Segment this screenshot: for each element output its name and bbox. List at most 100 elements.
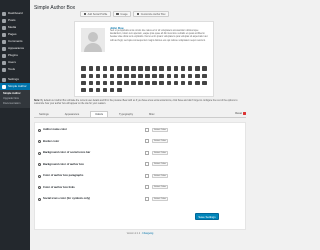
pinterest-icon[interactable]: [109, 66, 115, 72]
rss-icon[interactable]: [124, 80, 130, 86]
changelog-link[interactable]: Changelog: [142, 233, 153, 235]
codepen-icon[interactable]: [180, 80, 186, 86]
select-color-button[interactable]: Select Color: [152, 139, 168, 143]
tumblr-icon[interactable]: [145, 66, 151, 72]
flickr-icon[interactable]: [138, 66, 144, 72]
xing-icon[interactable]: [109, 73, 115, 79]
select-color-button[interactable]: Select Color: [152, 150, 168, 155]
linkedin-icon[interactable]: [102, 66, 108, 72]
telegram-icon[interactable]: [138, 80, 144, 86]
color-swatch[interactable]: [145, 150, 149, 155]
lastfm-icon[interactable]: [202, 73, 208, 79]
tab-typography[interactable]: Typography: [114, 111, 138, 117]
foursquare2-icon[interactable]: [202, 80, 208, 86]
select-color-button[interactable]: Select Color: [152, 173, 168, 178]
quora-icon[interactable]: [116, 80, 122, 86]
sidebar-item[interactable]: Pages: [0, 31, 30, 38]
sidebar-item[interactable]: Simple Author: [0, 83, 30, 90]
dribbble-icon[interactable]: [152, 66, 158, 72]
color-setting-row: Color of author box paragraphs Select Col…: [35, 172, 247, 182]
sidebar-item[interactable]: Comments: [0, 38, 30, 45]
pocket-icon[interactable]: [102, 87, 108, 93]
steam-icon[interactable]: [81, 73, 87, 79]
select-color-button[interactable]: Select Color: [152, 127, 168, 132]
reset-button[interactable]: Reset: [235, 112, 246, 115]
tripadvisor-icon[interactable]: [145, 80, 151, 86]
tab-misc[interactable]: Misc: [144, 111, 160, 117]
mixcloud-icon[interactable]: [95, 80, 101, 86]
twitch-icon[interactable]: [88, 73, 94, 79]
tab-settings[interactable]: Settings: [34, 111, 54, 117]
settings-icon: [2, 77, 6, 82]
color-swatch[interactable]: [145, 185, 149, 189]
behance-icon[interactable]: [159, 66, 165, 72]
sidebar-item[interactable]: Users: [0, 59, 30, 66]
imdb-icon[interactable]: [194, 73, 201, 79]
sidebar-item[interactable]: Plugins: [0, 52, 30, 59]
color-swatch[interactable]: [145, 139, 149, 143]
yahoo-icon[interactable]: [173, 80, 179, 86]
soundcloud-icon[interactable]: [187, 66, 193, 72]
envelope-icon[interactable]: [166, 73, 172, 79]
sidebar-item-label: Tools: [8, 67, 16, 71]
goodreads-icon[interactable]: [180, 73, 186, 79]
paypal-icon[interactable]: [102, 80, 108, 86]
delicious-icon[interactable]: [187, 80, 193, 86]
googleplus-icon[interactable]: [95, 66, 101, 72]
select-color-button[interactable]: Select Color: [152, 162, 168, 166]
sidebar-item[interactable]: Appearance: [0, 45, 30, 52]
periscope-icon[interactable]: [109, 80, 115, 86]
stumbleupon-icon[interactable]: [116, 87, 122, 93]
etsy-icon[interactable]: [194, 80, 201, 86]
sidebar-item[interactable]: Settings: [0, 76, 30, 83]
xbox-icon[interactable]: [166, 80, 172, 86]
tab-colors[interactable]: Colors: [90, 111, 108, 117]
dropbox-icon[interactable]: [159, 73, 165, 79]
apple-icon[interactable]: [138, 73, 144, 79]
android-icon[interactable]: [131, 73, 137, 79]
color-swatch[interactable]: [145, 196, 149, 201]
gitlab-icon[interactable]: [81, 87, 87, 93]
kickstarter-icon[interactable]: [88, 87, 94, 93]
stackoverflow-icon[interactable]: [202, 66, 208, 72]
wordpress-icon[interactable]: [159, 80, 165, 86]
sidebar-item[interactable]: Media: [0, 24, 30, 31]
skype-icon[interactable]: [180, 66, 186, 72]
foursquare-icon[interactable]: [173, 73, 179, 79]
reddit-icon[interactable]: [173, 66, 179, 72]
tab-appearance[interactable]: Appearance: [60, 111, 85, 117]
slideshare-icon[interactable]: [109, 87, 115, 93]
github-icon[interactable]: [166, 66, 172, 72]
houzz-icon[interactable]: [187, 73, 193, 79]
color-swatch[interactable]: [145, 173, 149, 178]
sidebar-item[interactable]: Posts: [0, 17, 30, 24]
top-button[interactable]: Customize Author Box: [133, 11, 169, 17]
instagram-icon[interactable]: [116, 66, 122, 72]
yelp-icon[interactable]: [116, 73, 122, 79]
spotify-icon[interactable]: [194, 66, 201, 72]
vimeo-icon[interactable]: [131, 66, 137, 72]
color-swatch[interactable]: [145, 127, 149, 132]
select-color-button[interactable]: Select Color: [152, 185, 168, 189]
snapchat-icon[interactable]: [131, 80, 137, 86]
amazon-icon[interactable]: [124, 73, 130, 79]
facebook-icon[interactable]: [81, 66, 87, 72]
digg-icon[interactable]: [152, 73, 158, 79]
twitter-icon[interactable]: [88, 66, 94, 72]
sidebar-item[interactable]: Tools: [0, 66, 30, 73]
sidebar-item[interactable]: Dashboard: [0, 10, 30, 17]
youtube-icon[interactable]: [124, 66, 130, 72]
whatsapp-icon[interactable]: [102, 73, 108, 79]
vk-icon[interactable]: [95, 73, 101, 79]
medium-icon[interactable]: [81, 80, 87, 86]
meetup-icon[interactable]: [88, 80, 94, 86]
top-button[interactable]: Add Social Profile: [80, 11, 111, 17]
weibo-icon[interactable]: [152, 80, 158, 86]
color-swatch[interactable]: [145, 162, 149, 166]
top-button[interactable]: Usage: [112, 11, 132, 17]
mastodon-icon[interactable]: [95, 87, 101, 93]
submenu-item[interactable]: Documentation: [0, 101, 30, 106]
save-settings-button[interactable]: Save Settings: [195, 213, 219, 220]
deviantart-icon[interactable]: [145, 73, 151, 79]
select-color-button[interactable]: Select Color: [152, 196, 168, 201]
